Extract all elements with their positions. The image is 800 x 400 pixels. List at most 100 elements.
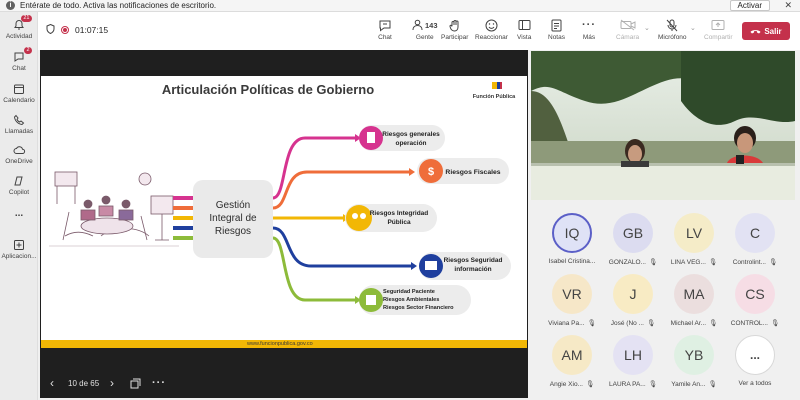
participant-tile[interactable]: LV LINA VEG... 🎙︎ <box>661 207 727 271</box>
react-button[interactable]: Reaccionar <box>475 18 508 41</box>
notes-button[interactable]: Notas <box>548 18 565 41</box>
more-label: Más <box>582 34 596 41</box>
participant-name: Michael Ar... <box>670 319 707 327</box>
avatar: C <box>735 213 775 253</box>
rail-item-more[interactable]: ... <box>0 208 38 238</box>
see-all-button[interactable]: ... Ver a todos <box>722 329 788 393</box>
shield-icon <box>46 23 55 36</box>
avatar: AM <box>552 335 592 375</box>
mic-off-icon: 🎙︎ <box>648 381 657 388</box>
meeting-toolbar: 01:07:15 Chat 143 Gente Participar Reacc… <box>38 12 800 50</box>
apps-icon <box>13 238 26 251</box>
office-illustration <box>49 171 179 247</box>
mic-button[interactable]: Micrófono <box>658 18 687 41</box>
share-icon <box>711 18 725 32</box>
participant-name: Angie Xio... <box>549 380 583 388</box>
presentation-slide: Articulación Políticas de Gobierno Funci… <box>41 76 527 348</box>
chevron-down-icon[interactable]: ⌄ <box>690 24 696 32</box>
participant-grid: IQ Isabel Cristina... GB GONZALO... 🎙︎ LV… <box>531 203 800 400</box>
participant-tile[interactable]: LH LAURA PA... 🎙︎ <box>600 329 666 393</box>
view-icon <box>518 18 531 32</box>
rail-item-apps[interactable]: Aplicacion... <box>0 238 38 268</box>
share-label: Compartir <box>704 34 733 41</box>
participant-tile[interactable]: C Controlint... 🎙︎ <box>722 207 788 271</box>
rail-label: Copilot <box>8 189 30 196</box>
people-button[interactable]: 143 Gente <box>412 18 438 41</box>
people-icon: 143 <box>412 18 438 32</box>
app-rail: 21 Actividad 2 Chat Calendario Llamadas <box>0 12 38 400</box>
close-icon[interactable]: ✕ <box>784 0 792 11</box>
chat-label: Chat <box>378 34 392 41</box>
svg-text:Pública: Pública <box>387 219 411 226</box>
chat-icon <box>378 18 392 32</box>
participant-name: Viviana Pa... <box>548 319 585 327</box>
raise-hand-button[interactable]: Participar <box>441 18 468 41</box>
participate-label: Participar <box>441 34 469 41</box>
activity-badge: 21 <box>21 15 32 22</box>
see-all-label: Ver a todos <box>738 380 772 387</box>
participant-tile[interactable]: AM Angie Xio... 🎙︎ <box>539 329 605 393</box>
participant-name: GONZALO... <box>608 258 646 266</box>
activate-button[interactable]: Activar <box>729 0 770 11</box>
people-label: Gente <box>415 34 434 41</box>
next-slide-icon[interactable]: › <box>110 376 114 390</box>
popout-icon[interactable] <box>130 378 141 391</box>
participant-tile[interactable]: J José (No ... 🎙︎ <box>600 268 666 332</box>
rail-item-actividad[interactable]: 21 Actividad <box>0 15 38 48</box>
avatar: LH <box>613 335 653 375</box>
participant-tile[interactable]: IQ Isabel Cristina... <box>539 207 605 271</box>
participant-name: José (No ... <box>610 319 644 327</box>
meeting-timer: 01:07:15 <box>75 25 109 35</box>
mic-off-icon: 🎙︎ <box>768 259 778 266</box>
camera-off-icon <box>620 18 636 32</box>
more-icon: ··· <box>582 19 596 31</box>
avatar: VR <box>552 274 592 314</box>
risk-item-otros: Seguridad Paciente Riesgos Ambientales R… <box>359 285 471 315</box>
mic-off-icon: 🎙︎ <box>648 259 658 266</box>
chat-icon: 2 <box>13 47 32 63</box>
view-button[interactable]: Vista <box>517 18 531 41</box>
slide-title: Articulación Políticas de Gobierno <box>162 82 374 97</box>
risk-item-general: Riesgos generales operación <box>359 125 445 151</box>
rail-item-copilot[interactable]: Copilot <box>0 174 38 204</box>
mic-off-icon: 🎙︎ <box>587 320 596 327</box>
banner-text: Entérate de todo. Activa las notificacio… <box>20 1 217 10</box>
rail-label: Calendario <box>3 97 35 104</box>
participant-video <box>531 51 795 200</box>
share-button[interactable]: Compartir <box>704 18 733 41</box>
mic-off-icon: 🎙︎ <box>708 381 717 388</box>
calendar-icon <box>13 82 26 95</box>
rail-label: Chat <box>12 65 26 72</box>
svg-text:Riesgos generales: Riesgos generales <box>382 131 440 138</box>
participant-tile[interactable]: MA Michael Ar... 🎙︎ <box>661 268 727 332</box>
chat-button[interactable]: Chat <box>378 18 392 41</box>
participant-tile[interactable]: VR Viviana Pa... 🎙︎ <box>539 268 605 332</box>
avatar: GB <box>613 213 653 253</box>
chevron-down-icon[interactable]: ⌄ <box>644 24 650 32</box>
avatar: CS <box>735 274 775 314</box>
center-line-3: Riesgos <box>215 226 251 237</box>
rail-item-chat[interactable]: 2 Chat <box>0 47 38 80</box>
rail-item-calendario[interactable]: Calendario <box>0 82 38 112</box>
more-icon[interactable]: ··· <box>152 377 166 389</box>
phone-icon <box>13 113 26 126</box>
more-button[interactable]: ··· Más <box>582 18 596 41</box>
info-icon: i <box>6 1 15 10</box>
center-line-2: Integral de <box>209 213 257 224</box>
participant-tile[interactable]: CS CONTROL... 🎙︎ <box>722 268 788 332</box>
rail-item-onedrive[interactable]: OneDrive <box>0 143 38 173</box>
leave-label: Salir <box>764 26 782 36</box>
leave-button[interactable]: Salir <box>742 22 790 40</box>
prev-slide-icon[interactable]: ‹ <box>50 376 54 390</box>
center-line-1: Gestión <box>216 200 250 211</box>
camera-button[interactable]: Cámara <box>616 18 639 41</box>
svg-text:operación: operación <box>395 140 426 147</box>
participant-tile[interactable]: GB GONZALO... 🎙︎ <box>600 207 666 271</box>
rail-item-llamadas[interactable]: Llamadas <box>0 113 38 143</box>
bell-icon: 21 <box>13 15 32 31</box>
camera-label: Cámara <box>616 34 640 41</box>
risk-item-seguridad: Riesgos Seguridad información <box>419 252 511 280</box>
more-icon: ... <box>14 208 24 219</box>
participant-tile[interactable]: YB Yamile An... 🎙︎ <box>661 329 727 393</box>
mic-off-icon: 🎙︎ <box>770 320 780 327</box>
